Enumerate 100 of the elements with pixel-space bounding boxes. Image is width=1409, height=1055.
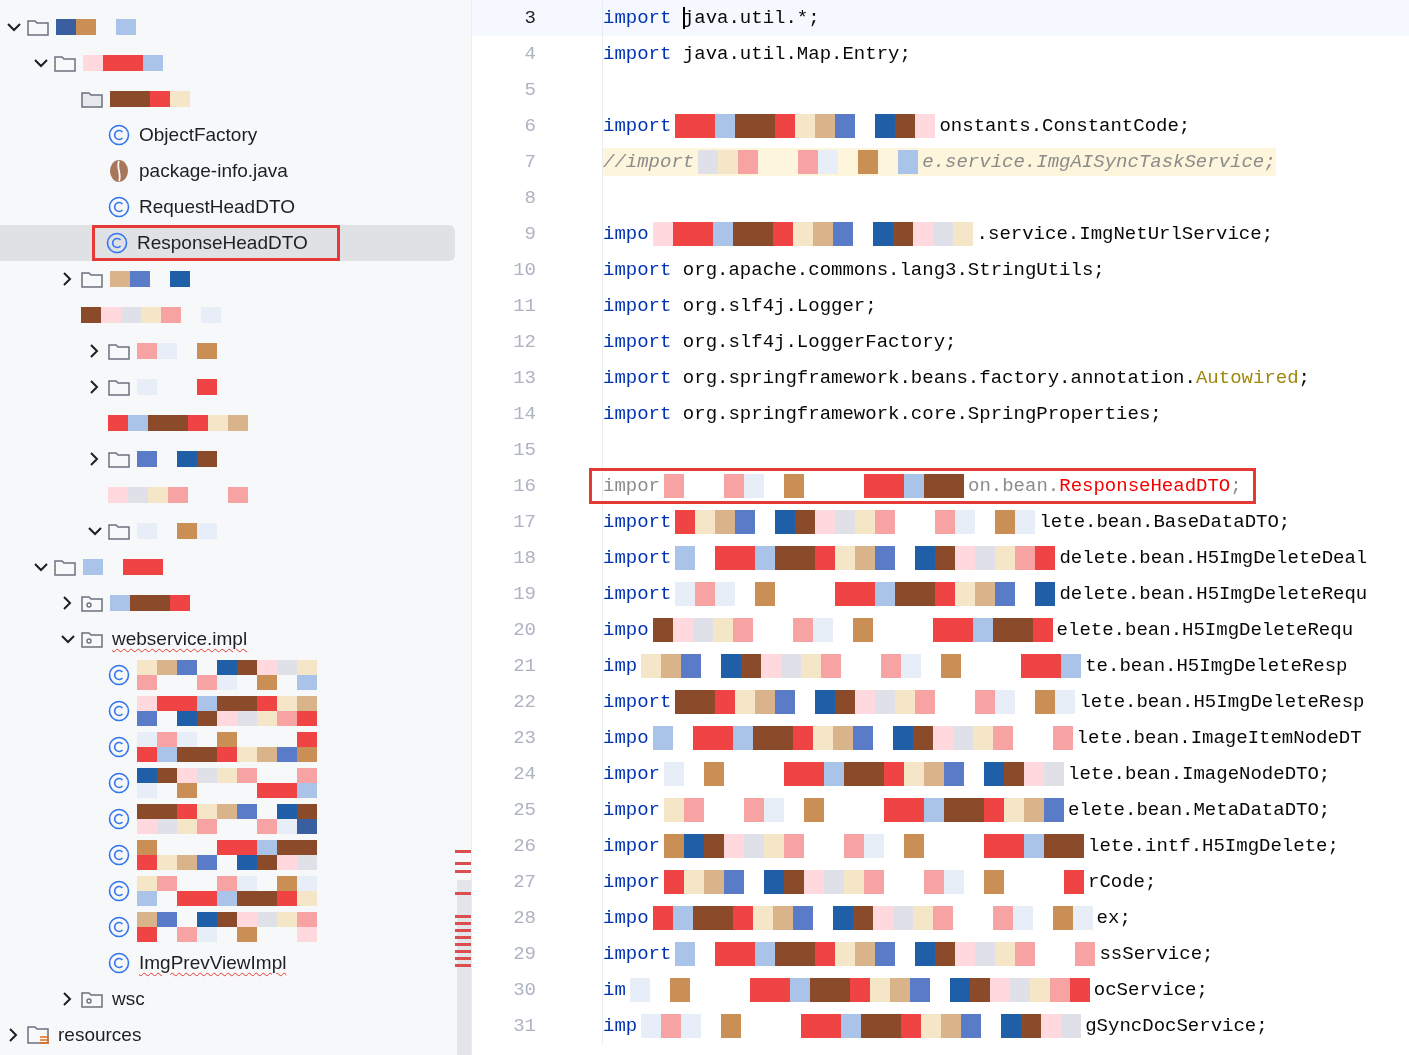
line-number: 7: [523, 149, 536, 175]
line-number: 31: [512, 1013, 536, 1039]
code-text: org.slf4j.LoggerFactory;: [681, 329, 957, 355]
chevron-down-icon[interactable]: [33, 562, 48, 572]
class-icon: [108, 952, 130, 974]
folder-icon: [108, 378, 130, 396]
folder-icon: [108, 522, 130, 540]
tree-item[interactable]: ResponseHeadDTO: [0, 225, 455, 261]
tree-item[interactable]: package-info.java: [0, 153, 455, 189]
chevron-right-icon[interactable]: [90, 344, 99, 358]
keyword: import: [603, 41, 672, 67]
code-text: elete.bean.H5ImgDeleteRequ: [1056, 617, 1354, 643]
line-number: 29: [512, 941, 536, 967]
keyword: import: [603, 5, 672, 31]
code-text: te.bean.H5ImgDeleteResp: [1085, 653, 1348, 679]
line-number: 11: [512, 293, 536, 319]
folder-icon: [54, 54, 76, 72]
chevron-down-icon[interactable]: [87, 526, 102, 536]
line-number: 10: [512, 257, 536, 283]
line-number: 21: [512, 653, 536, 679]
tree-item[interactable]: resources: [0, 1017, 455, 1053]
folder-icon: [108, 342, 130, 360]
keyword: impo: [603, 617, 649, 643]
chevron-right-icon[interactable]: [9, 1028, 18, 1042]
folder-icon: [27, 18, 49, 36]
chevron-right-icon[interactable]: [63, 596, 72, 610]
class-icon: [108, 772, 130, 794]
package-folder-icon: [81, 630, 103, 648]
line-number: 16: [512, 473, 536, 499]
keyword: imp: [603, 1013, 638, 1039]
line-number: 3: [523, 5, 536, 31]
code-text: e.service.ImgAISyncTaskService;: [922, 149, 1276, 175]
keyword: imp: [603, 653, 638, 679]
folder-icon: [81, 270, 103, 288]
code-text: org.apache.commons.lang3.StringUtils;: [681, 257, 1105, 283]
keyword: impo: [603, 221, 649, 247]
line-number: 27: [512, 869, 536, 895]
line-number: 25: [512, 797, 536, 823]
keyword: import: [603, 581, 672, 607]
package-folder-icon: [81, 990, 103, 1008]
keyword: impor: [603, 761, 660, 787]
class-icon: [108, 700, 130, 722]
code-text: //import: [603, 149, 695, 175]
line-number: 26: [512, 833, 536, 859]
code-text: delete.bean.H5ImgDeleteRequ: [1059, 581, 1368, 607]
tree-item[interactable]: webservice.impl: [0, 621, 455, 657]
folder-icon: [81, 90, 103, 108]
class-icon: [108, 808, 130, 830]
tree-item[interactable]: ImgPrevViewImpl: [0, 945, 455, 981]
line-number: 20: [512, 617, 536, 643]
chevron-down-icon[interactable]: [33, 58, 48, 68]
tree-item[interactable]: ObjectFactory: [0, 117, 455, 153]
class-icon: [108, 664, 130, 686]
keyword: import: [603, 401, 672, 427]
code-text: java.util.Map.Entry;: [681, 41, 911, 67]
code-text: ssService;: [1099, 941, 1214, 967]
code-text: gSyncDocService;: [1085, 1013, 1268, 1039]
coffee-bean-icon: [108, 159, 130, 183]
class-icon: [106, 232, 128, 254]
line-number: 24: [512, 761, 536, 787]
code-text: rCode;: [1088, 869, 1157, 895]
keyword: import: [603, 113, 672, 139]
class-icon: [108, 124, 130, 146]
chevron-right-icon[interactable]: [90, 452, 99, 466]
code-text: delete.bean.H5ImgDeleteDeal: [1059, 545, 1368, 571]
code-text: lete.bean.BaseDataDTO;: [1039, 509, 1291, 535]
code-text: lete.bean.H5ImgDeleteResp: [1079, 689, 1365, 715]
code-text: ;: [1298, 365, 1310, 391]
chevron-right-icon[interactable]: [63, 992, 72, 1006]
chevron-down-icon[interactable]: [60, 634, 75, 644]
code-text: .service.ImgNetUrlService;: [976, 221, 1274, 247]
code-text: lete.bean.ImageNodeDTO;: [1068, 761, 1331, 787]
keyword: import: [603, 365, 672, 391]
chevron-right-icon[interactable]: [63, 272, 72, 286]
line-number: 19: [512, 581, 536, 607]
class-icon: [108, 736, 130, 758]
keyword: impo: [603, 725, 649, 751]
package-folder-icon: [81, 594, 103, 612]
chevron-down-icon[interactable]: [6, 22, 21, 32]
code-text: ;: [1230, 473, 1242, 499]
code-text: org.springframework.core.SpringProperties;: [681, 401, 1162, 427]
tree-item[interactable]: RequestHeadDTO: [0, 189, 455, 225]
line-number: 28: [512, 905, 536, 931]
keyword: impor: [603, 869, 660, 895]
line-number: 30: [512, 977, 536, 1003]
keyword: impo: [603, 905, 649, 931]
chevron-right-icon[interactable]: [90, 380, 99, 394]
tree-item[interactable]: wsc: [0, 981, 455, 1017]
line-number: 18: [512, 545, 536, 571]
keyword: import: [603, 689, 672, 715]
line-number: 13: [512, 365, 536, 391]
line-number: 22: [512, 689, 536, 715]
keyword: import: [603, 941, 672, 967]
line-number: 8: [523, 185, 536, 211]
code-text: ResponseHeadDTO: [1059, 473, 1231, 499]
keyword: impor: [603, 473, 660, 499]
keyword: import: [603, 509, 672, 535]
line-number: 5: [523, 77, 536, 103]
line-number: 14: [512, 401, 536, 427]
keyword: impor: [603, 833, 660, 859]
